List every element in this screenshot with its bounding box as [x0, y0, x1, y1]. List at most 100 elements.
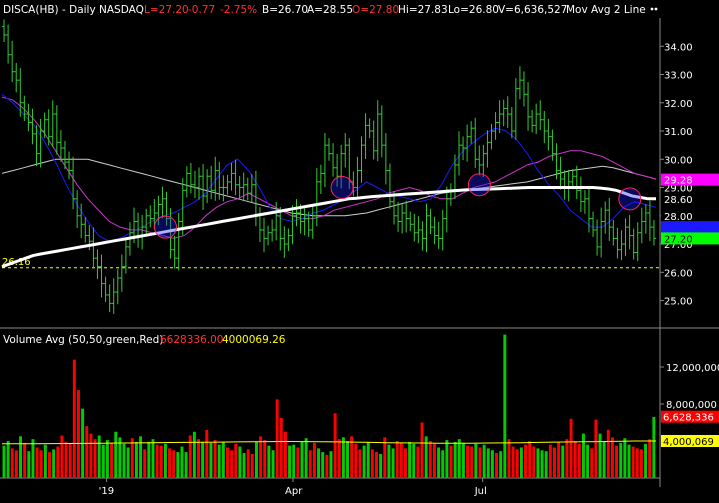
volume-bar [453, 441, 457, 478]
volume-bar [201, 441, 205, 478]
stock-chart: DISCA(HB) - Daily NASDAQ L=27.20 -0.77 -… [0, 0, 719, 499]
volume-bar [213, 440, 217, 478]
volume-bar [519, 447, 523, 478]
volume-bar [275, 399, 279, 478]
volume-bar [515, 449, 519, 478]
header-volume: V=6,636,527 [498, 4, 567, 16]
volume-bar [461, 442, 465, 478]
volume-bar [341, 437, 345, 478]
volume-bar [408, 441, 412, 478]
volume-bar [263, 440, 267, 478]
volume-bar [110, 442, 114, 478]
volume-bar [292, 444, 296, 478]
header-last: L=27.20 [144, 4, 189, 16]
volume-bar [279, 417, 283, 478]
time-tick-label: Apr [285, 486, 303, 497]
volume-bar [441, 450, 445, 478]
volume-bar [445, 440, 449, 478]
header-ask: A=28.55 [307, 4, 353, 16]
volume-bar [606, 429, 610, 478]
volume-bar [283, 431, 287, 478]
volume-bar [503, 334, 507, 478]
volume-bar [288, 445, 292, 478]
volume-bar [159, 445, 163, 478]
volume-bar [2, 445, 6, 478]
volume-bar [635, 448, 639, 478]
volume-bar [333, 413, 337, 478]
volume-bar [474, 443, 478, 478]
price-tick-label: 31.00 [664, 127, 693, 138]
price-tick-label: 25.00 [664, 297, 693, 308]
volume-bar [250, 453, 254, 478]
volume-bar [569, 418, 573, 478]
volume-bar [217, 444, 221, 478]
header-change-pct: -2.75% [220, 4, 257, 16]
volume-bar [553, 447, 556, 478]
header-change: -0.77 [188, 4, 215, 16]
volume-bar [362, 445, 366, 478]
volume-bar [544, 451, 548, 478]
volume-bar [43, 444, 47, 478]
volume-bar [180, 446, 184, 478]
volume-bar [428, 441, 432, 478]
volume-bar [304, 438, 308, 478]
volume-bar [586, 444, 590, 478]
volume-bar [350, 436, 354, 478]
signal-circle [154, 215, 177, 239]
volume-bar [35, 447, 39, 478]
volume-bar [602, 441, 606, 478]
volume-bar [163, 443, 167, 478]
volume-bar [56, 446, 60, 478]
volume-tick-label: 8,000,000 [666, 400, 717, 411]
volume-bar [254, 441, 258, 478]
volume-bar [296, 447, 300, 478]
volume-bar [168, 448, 172, 478]
volume-bar [197, 439, 200, 478]
volume-bar [6, 441, 10, 478]
volume-bar [184, 452, 188, 478]
volume-bar [10, 448, 14, 478]
volume-bar [143, 449, 147, 478]
volume-bar [387, 444, 391, 478]
volume-bar [14, 450, 18, 478]
volume-bar [581, 433, 585, 478]
volume-bar [267, 445, 271, 478]
volume-bar [495, 453, 499, 478]
signal-circle [467, 173, 491, 197]
volume-bar [623, 438, 627, 478]
volume-bar [346, 441, 349, 478]
price-tick-label: 34.00 [664, 42, 693, 53]
volume-bar [486, 448, 490, 478]
volume-bar [511, 446, 515, 478]
volume-bar [89, 433, 93, 478]
volume-bar [31, 439, 35, 478]
volume-bar [615, 445, 619, 478]
volume-bar [122, 443, 126, 478]
price-tick-label: 30.00 [664, 155, 693, 166]
volume-bar [172, 450, 176, 478]
price-badge-label: 29.28 [664, 176, 693, 187]
volume-bar [234, 443, 238, 478]
volume-bar [420, 422, 424, 478]
volume-bar [238, 446, 242, 478]
volume-bar [490, 450, 494, 478]
volume-bar [507, 439, 511, 478]
volume-bar [101, 444, 105, 478]
volume-bar [631, 446, 635, 478]
volume-bar [64, 441, 68, 478]
volume-bar [383, 437, 387, 478]
volume-bar [366, 441, 370, 478]
volume-bar [379, 453, 383, 478]
volume-bar [404, 448, 407, 478]
volume-bar [499, 451, 503, 478]
volume-legend-avg: 4000069.26 [222, 334, 286, 346]
volume-bar [317, 448, 321, 478]
header-high: Hi=27.83 [398, 4, 448, 16]
volume-bar [437, 447, 441, 478]
volume-bar [209, 442, 213, 478]
volume-bar [482, 444, 486, 478]
volume-bar [449, 445, 453, 478]
volume-bar [325, 454, 329, 478]
header-low: Lo=26.80 [448, 4, 499, 16]
volume-badge-label: 4,000,069 [663, 437, 714, 448]
